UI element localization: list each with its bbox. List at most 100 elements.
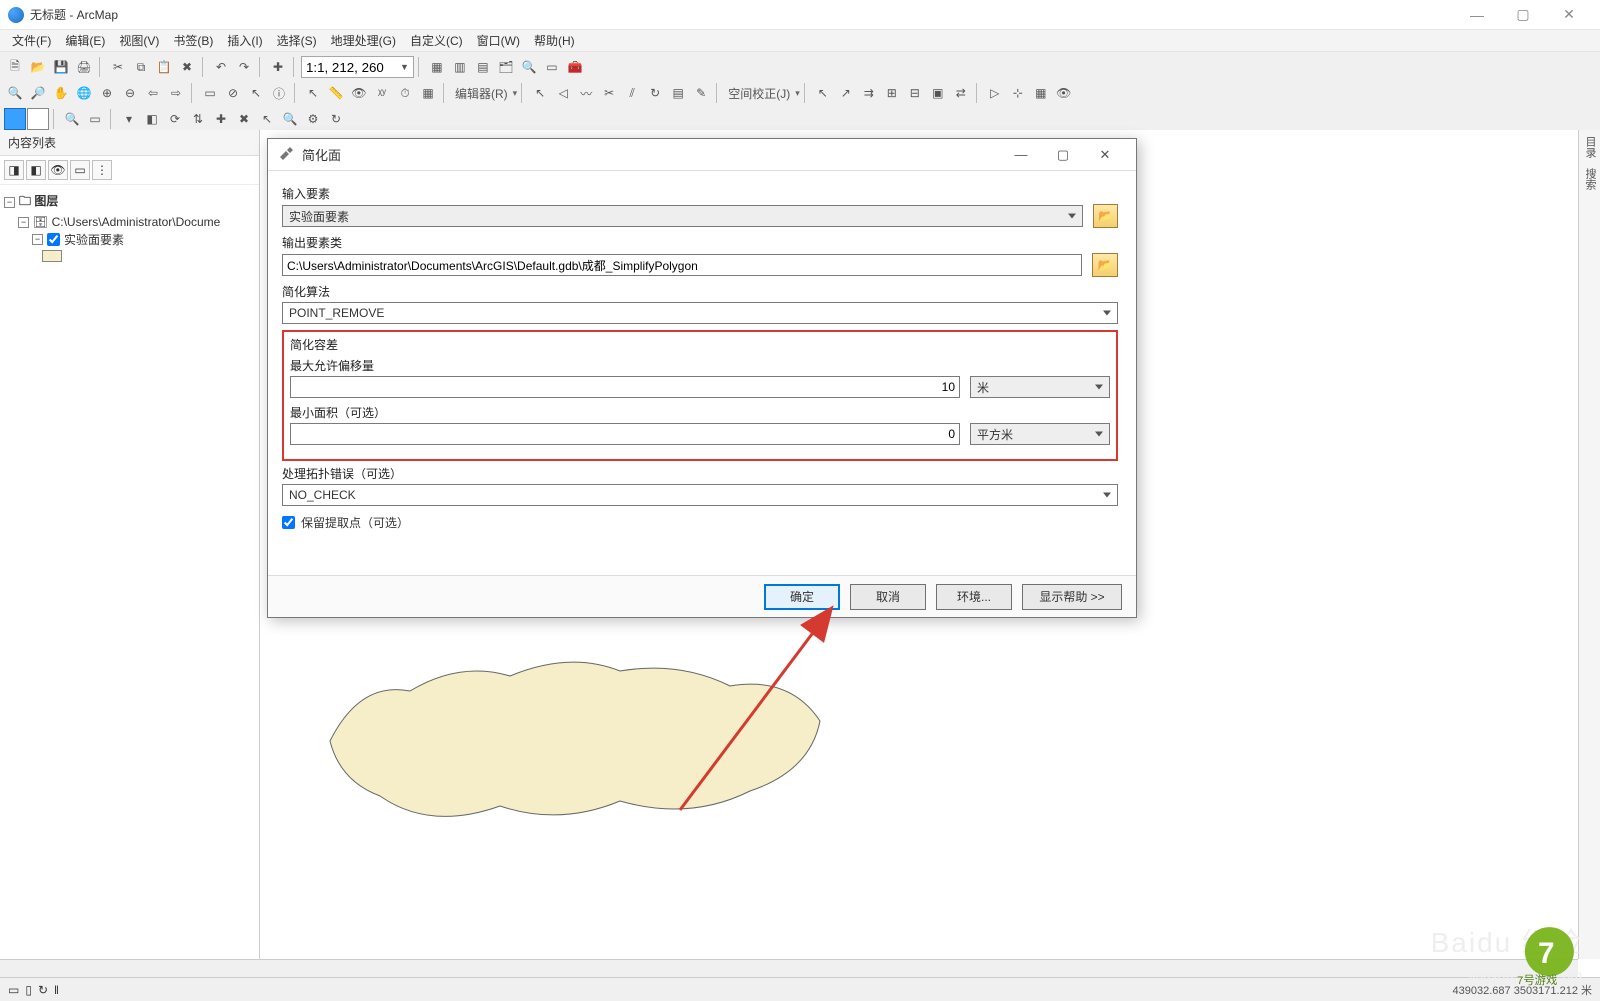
multi-link-icon[interactable]: ⇉ xyxy=(858,82,880,104)
copy-icon[interactable]: ⧉ xyxy=(130,56,152,78)
catalog-tab[interactable]: 目录 xyxy=(1581,136,1598,158)
scale-combo[interactable]: ▼ xyxy=(301,56,414,78)
prev-extent-icon[interactable]: ⇦ xyxy=(142,82,164,104)
redo-icon[interactable]: ↷ xyxy=(233,56,255,78)
dialog-maximize-button[interactable]: ▢ xyxy=(1042,140,1084,170)
measure-icon[interactable]: 📏 xyxy=(325,82,347,104)
list-by-visibility-icon[interactable]: 👁 xyxy=(48,160,68,180)
toc-tree[interactable]: − 🗀 图层 − 🗄 C:\Users\Administrator\Docume… xyxy=(0,185,259,971)
toolbox-icon[interactable]: 🧰 xyxy=(564,56,586,78)
output-path-input[interactable] xyxy=(282,254,1082,276)
layer-symbol-swatch[interactable] xyxy=(42,250,62,262)
editor-toolbar-icon[interactable]: ▦ xyxy=(426,56,448,78)
scale-input[interactable] xyxy=(306,60,396,75)
xy-icon[interactable]: ᵡʸ xyxy=(371,82,393,104)
list-by-source-icon[interactable]: ◧ xyxy=(26,160,46,180)
adjust-select-icon[interactable]: ↖ xyxy=(812,82,834,104)
layout-view-icon[interactable]: ▯ xyxy=(25,983,32,997)
menu-window[interactable]: 窗口(W) xyxy=(471,30,526,51)
fill-swatch[interactable] xyxy=(4,108,26,130)
cancel-button[interactable]: 取消 xyxy=(850,584,926,610)
menu-bookmarks[interactable]: 书签(B) xyxy=(167,30,219,51)
print-icon[interactable]: 🖨 xyxy=(73,56,95,78)
control-point-icon[interactable]: ⊹ xyxy=(1007,82,1029,104)
keep-points-checkbox[interactable] xyxy=(282,516,295,529)
ok-button[interactable]: 确定 xyxy=(764,584,840,610)
menu-help[interactable]: 帮助(H) xyxy=(528,30,581,51)
new-doc-icon[interactable]: 🗎 xyxy=(4,56,26,78)
search-tab[interactable]: 搜索 xyxy=(1581,168,1598,190)
reshape-icon[interactable]: 〰 xyxy=(575,82,597,104)
view-link-icon[interactable]: 👁 xyxy=(1053,82,1075,104)
tolerance-unit-combo[interactable]: 米 xyxy=(970,376,1110,398)
full-extent-icon[interactable]: 🌐 xyxy=(73,82,95,104)
georef-tool-icon[interactable]: ▷ xyxy=(984,82,1006,104)
edge-match-icon[interactable]: ⊟ xyxy=(904,82,926,104)
options-icon[interactable]: ⋮ xyxy=(92,160,112,180)
clear-selection-icon[interactable]: ⊘ xyxy=(222,82,244,104)
zoom-link-icon[interactable]: 🔍 xyxy=(279,108,301,130)
limited-adjust-icon[interactable]: ▣ xyxy=(927,82,949,104)
browse-output-button[interactable]: 📂 xyxy=(1092,253,1118,277)
algorithm-combo[interactable]: POINT_REMOVE xyxy=(282,302,1118,324)
rotate-img-icon[interactable]: ⟳ xyxy=(164,108,186,130)
save-icon[interactable]: 💾 xyxy=(50,56,72,78)
edit-vertices-icon[interactable]: ◁ xyxy=(552,82,574,104)
pan-icon[interactable]: ✋ xyxy=(50,82,72,104)
rotate-icon[interactable]: ↻ xyxy=(644,82,666,104)
open-icon[interactable]: 📂 xyxy=(27,56,49,78)
collapse-icon[interactable]: − xyxy=(4,197,15,208)
delete-control-icon[interactable]: ✖ xyxy=(233,108,255,130)
auto-adjust-icon[interactable]: ⚙ xyxy=(302,108,324,130)
python-icon[interactable]: ▭ xyxy=(541,56,563,78)
menu-insert[interactable]: 插入(I) xyxy=(221,30,268,51)
search-icon[interactable]: 🔍 xyxy=(518,56,540,78)
zoom-out-icon[interactable]: 🔎 xyxy=(27,82,49,104)
paste-icon[interactable]: 📋 xyxy=(153,56,175,78)
update-georef-icon[interactable]: ↻ xyxy=(325,108,347,130)
fixed-zoom-in-icon[interactable]: ⊕ xyxy=(96,82,118,104)
menu-geoprocessing[interactable]: 地理处理(G) xyxy=(325,30,402,51)
environments-button[interactable]: 环境... xyxy=(936,584,1012,610)
menu-edit[interactable]: 编辑(E) xyxy=(59,30,111,51)
maximize-button[interactable]: ▢ xyxy=(1500,0,1546,30)
layers-root[interactable]: 🗀 图层 xyxy=(19,192,58,213)
input-features-combo[interactable]: 实验面要素 xyxy=(282,205,1083,227)
cut-polygon-icon[interactable]: ✂ xyxy=(598,82,620,104)
minimize-button[interactable]: — xyxy=(1454,0,1500,30)
pause-icon[interactable]: ‖ xyxy=(54,983,59,997)
horizontal-scrollbar[interactable] xyxy=(0,959,1578,977)
select-icon[interactable]: ▭ xyxy=(199,82,221,104)
select-element-icon[interactable]: ↖ xyxy=(245,82,267,104)
draw-rect-icon[interactable]: ▭ xyxy=(84,108,106,130)
topo-combo[interactable]: NO_CHECK xyxy=(282,484,1118,506)
pointer-icon[interactable]: ↖ xyxy=(302,82,324,104)
show-help-button[interactable]: 显示帮助 >> xyxy=(1022,584,1122,610)
menu-view[interactable]: 视图(V) xyxy=(113,30,165,51)
identity-link-icon[interactable]: ⊞ xyxy=(881,82,903,104)
menu-file[interactable]: 文件(F) xyxy=(6,30,57,51)
min-area-input[interactable] xyxy=(290,423,960,445)
viewer-icon[interactable]: ▦ xyxy=(417,82,439,104)
dataset-node[interactable]: 🗄 C:\Users\Administrator\Docume xyxy=(33,215,220,229)
delete-icon[interactable]: ✖ xyxy=(176,56,198,78)
catalog-icon[interactable]: 🗂 xyxy=(495,56,517,78)
list-by-selection-icon[interactable]: ▭ xyxy=(70,160,90,180)
undo-icon[interactable]: ↶ xyxy=(210,56,232,78)
data-view-icon[interactable]: ▭ xyxy=(8,983,19,997)
outline-swatch[interactable] xyxy=(27,108,49,130)
collapse-icon[interactable]: − xyxy=(18,217,29,228)
tolerance-input[interactable] xyxy=(290,376,960,398)
add-control-icon[interactable]: ✚ xyxy=(210,108,232,130)
time-slider-icon[interactable]: ⏱ xyxy=(394,82,416,104)
cut-icon[interactable]: ✂ xyxy=(107,56,129,78)
attributes-icon[interactable]: ▤ xyxy=(667,82,689,104)
dialog-close-button[interactable]: ✕ xyxy=(1084,140,1126,170)
layer-icon[interactable]: ◧ xyxy=(141,108,163,130)
flip-icon[interactable]: ⇅ xyxy=(187,108,209,130)
add-data-icon[interactable]: ✚ xyxy=(267,56,289,78)
table-icon[interactable]: ▤ xyxy=(472,56,494,78)
fixed-zoom-out-icon[interactable]: ⊖ xyxy=(119,82,141,104)
next-extent-icon[interactable]: ⇨ xyxy=(165,82,187,104)
link-table-icon[interactable]: ▦ xyxy=(1030,82,1052,104)
